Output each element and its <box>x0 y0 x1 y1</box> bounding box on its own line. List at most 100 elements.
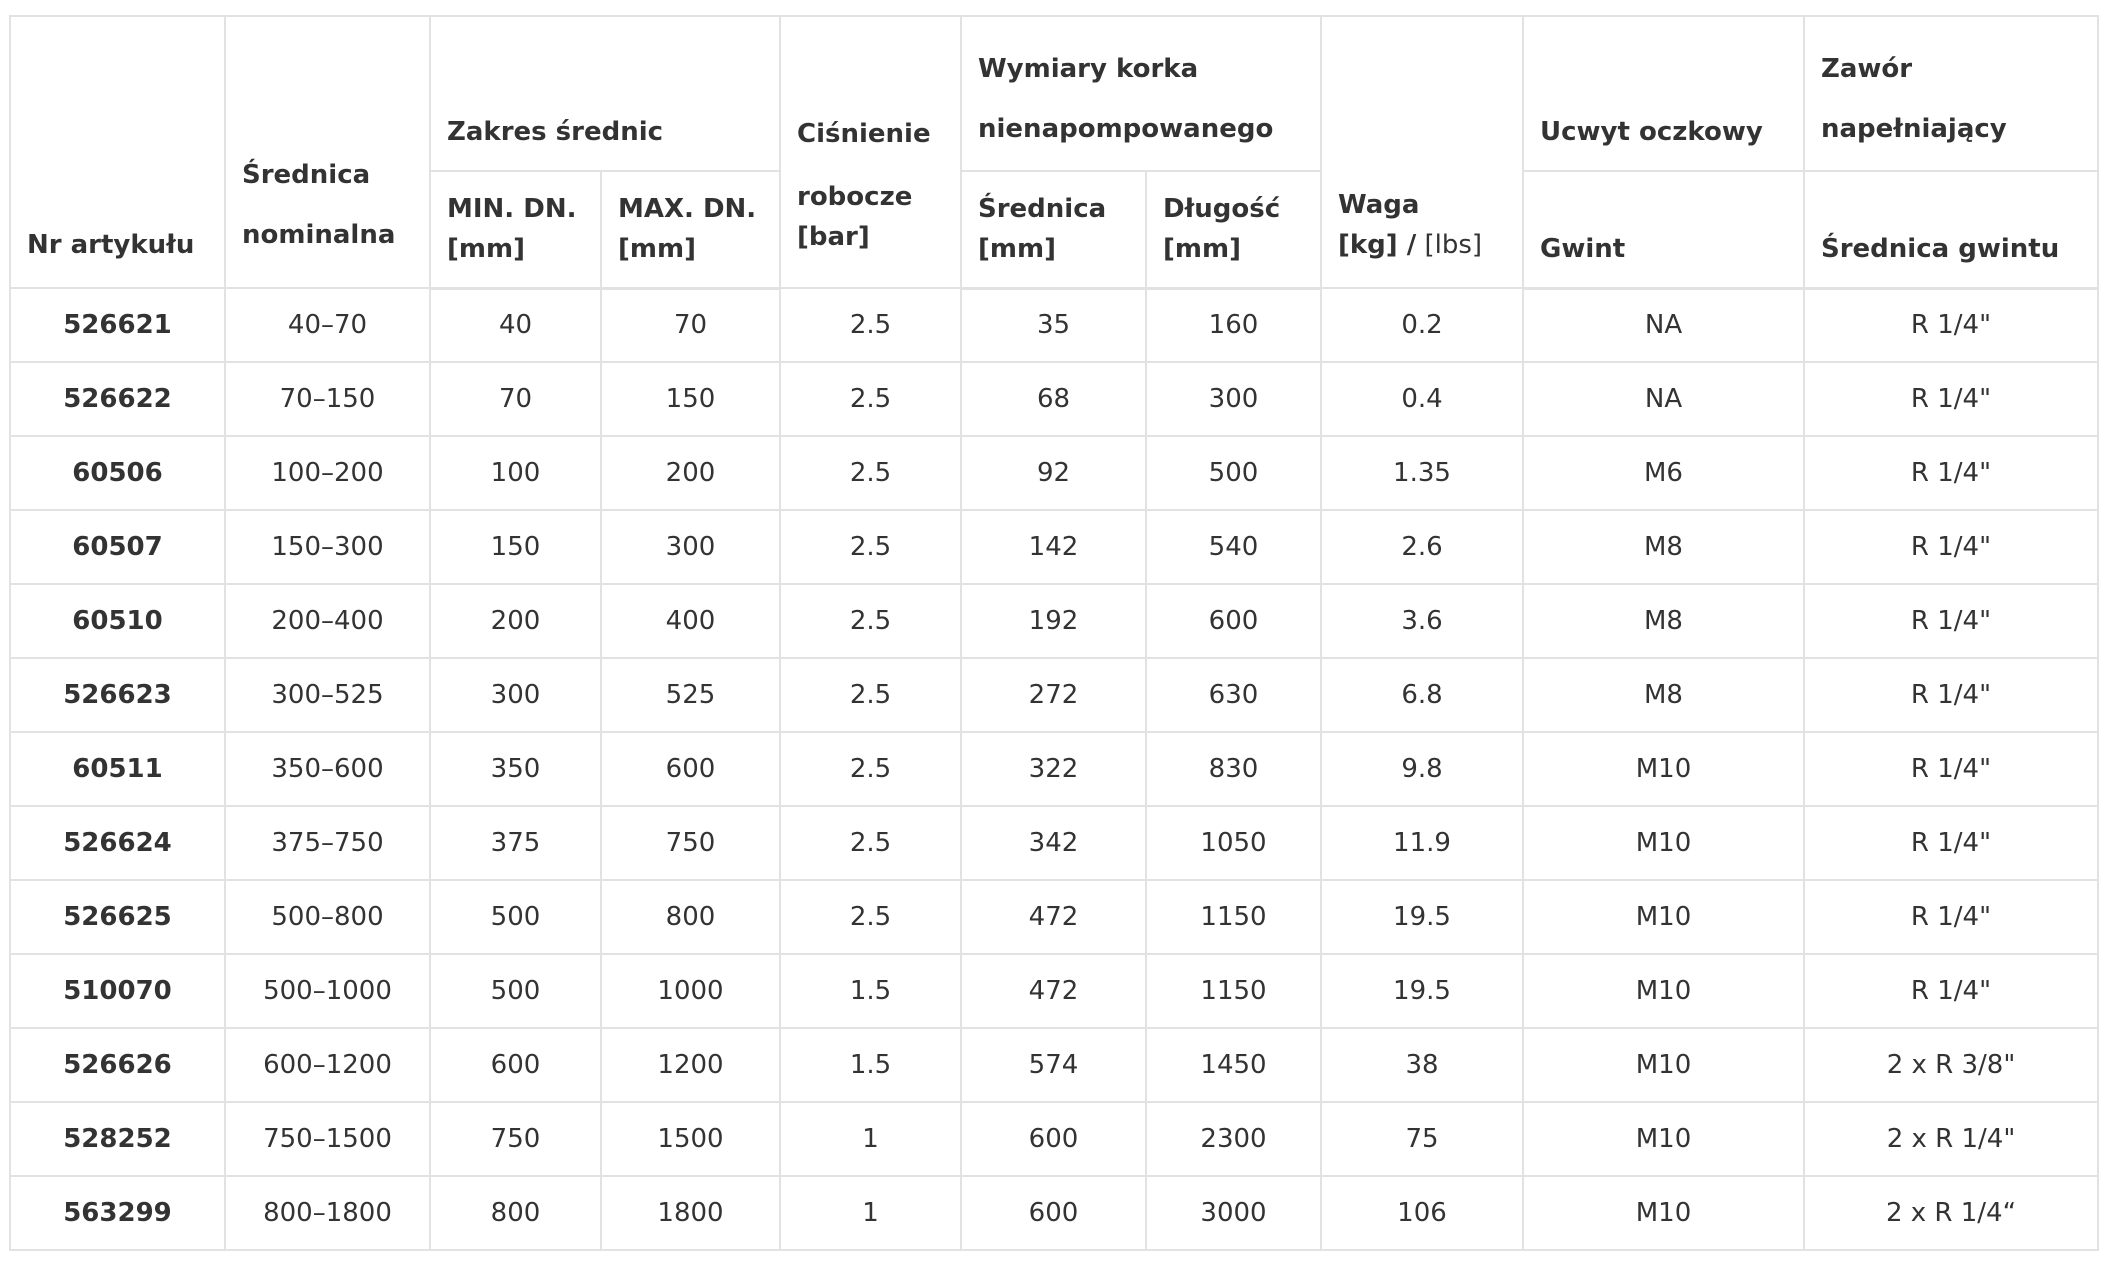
cell-max-dn: 400 <box>600 583 781 659</box>
table-row: 60510 200–400 200 400 2.5 192 600 3.6 M8 R 1/4" <box>9 583 2099 659</box>
cell-max-dn: 1500 <box>600 1101 781 1177</box>
cell-article-number: 60506 <box>9 435 226 511</box>
cell-pressure: 1 <box>779 1175 962 1251</box>
header-text: robocze <box>797 182 913 212</box>
cell-min-dn: 100 <box>429 435 602 511</box>
cell-nominal-diameter: 300–525 <box>224 657 431 733</box>
cell-max-dn: 70 <box>600 287 781 363</box>
cell-nominal-diameter: 500–1000 <box>224 953 431 1029</box>
header-text: [bar] <box>797 222 870 252</box>
cell-length: 830 <box>1145 731 1322 807</box>
table-row: 510070 500–1000 500 1000 1.5 472 1150 19.5 M10 R … <box>9 953 2099 1029</box>
cell-thread-diameter: R 1/4" <box>1803 879 2099 955</box>
header-text: MAX. DN. <box>618 193 757 224</box>
cell-deflated-diameter: 272 <box>960 657 1147 733</box>
cell-deflated-diameter: 322 <box>960 731 1147 807</box>
cell-nominal-diameter: 100–200 <box>224 435 431 511</box>
cell-pressure: 1 <box>779 1101 962 1177</box>
cell-nominal-diameter: 375–750 <box>224 805 431 881</box>
cell-thread-diameter: 2 x R 1/4“ <box>1803 1175 2099 1251</box>
cell-min-dn: 800 <box>429 1175 602 1251</box>
header-nr-artykulu: Nr artykułu <box>9 15 226 289</box>
table-row: 563299 800–1800 800 1800 1 600 3000 106 M10 2 x R… <box>9 1175 2099 1251</box>
cell-pressure: 2.5 <box>779 583 962 659</box>
cell-article-number: 528252 <box>9 1101 226 1177</box>
header-text: nienapompowanego <box>978 114 1274 144</box>
table-row: 526622 70–150 70 150 2.5 68 300 0.4 NA R 1/4" <box>9 361 2099 437</box>
cell-thread-diameter: R 1/4" <box>1803 361 2099 437</box>
cell-thread: M8 <box>1522 657 1805 733</box>
cell-min-dn: 600 <box>429 1027 602 1103</box>
header-text: [mm] <box>1163 233 1241 264</box>
cell-article-number: 60507 <box>9 509 226 585</box>
header-gwint: Gwint <box>1522 170 1805 290</box>
cell-max-dn: 300 <box>600 509 781 585</box>
cell-thread: M10 <box>1522 1027 1805 1103</box>
cell-deflated-diameter: 600 <box>960 1101 1147 1177</box>
cell-weight: 75 <box>1320 1101 1524 1177</box>
cell-length: 2300 <box>1145 1101 1322 1177</box>
cell-min-dn: 150 <box>429 509 602 585</box>
cell-article-number: 526626 <box>9 1027 226 1103</box>
cell-deflated-diameter: 574 <box>960 1027 1147 1103</box>
cell-thread: M10 <box>1522 731 1805 807</box>
cell-thread: M8 <box>1522 583 1805 659</box>
header-text: Ciśnienie <box>797 119 931 149</box>
cell-pressure: 2.5 <box>779 731 962 807</box>
cell-article-number: 60510 <box>9 583 226 659</box>
spec-table-container: Nr artykułu Średnica nominalna Zakres śre… <box>9 15 2099 1251</box>
cell-length: 3000 <box>1145 1175 1322 1251</box>
cell-article-number: 526624 <box>9 805 226 881</box>
cell-min-dn: 300 <box>429 657 602 733</box>
cell-thread-diameter: R 1/4" <box>1803 805 2099 881</box>
cell-length: 1050 <box>1145 805 1322 881</box>
cell-weight: 106 <box>1320 1175 1524 1251</box>
cell-deflated-diameter: 92 <box>960 435 1147 511</box>
cell-length: 1150 <box>1145 953 1322 1029</box>
cell-deflated-diameter: 600 <box>960 1175 1147 1251</box>
header-text: MIN. DN. <box>447 193 577 224</box>
table-row: 526625 500–800 500 800 2.5 472 1150 19.5 M10 R 1/… <box>9 879 2099 955</box>
cell-thread: M10 <box>1522 1101 1805 1177</box>
header-cisnienie: Ciśnienie robocze [bar] <box>779 15 962 289</box>
cell-deflated-diameter: 192 <box>960 583 1147 659</box>
cell-thread: M6 <box>1522 435 1805 511</box>
header-text: [mm] <box>447 233 525 264</box>
cell-max-dn: 1000 <box>600 953 781 1029</box>
cell-pressure: 2.5 <box>779 435 962 511</box>
cell-thread: M10 <box>1522 805 1805 881</box>
cell-nominal-diameter: 70–150 <box>224 361 431 437</box>
cell-deflated-diameter: 342 <box>960 805 1147 881</box>
cell-max-dn: 200 <box>600 435 781 511</box>
cell-min-dn: 350 <box>429 731 602 807</box>
cell-weight: 3.6 <box>1320 583 1524 659</box>
cell-pressure: 2.5 <box>779 361 962 437</box>
header-srednica-mm: Średnica [mm] <box>960 170 1147 290</box>
cell-weight: 2.6 <box>1320 509 1524 585</box>
cell-thread: NA <box>1522 287 1805 363</box>
header-dlugosc: Długość [mm] <box>1145 170 1322 290</box>
cell-weight: 0.4 <box>1320 361 1524 437</box>
table-row: 526624 375–750 375 750 2.5 342 1050 11.9 M10 R 1/… <box>9 805 2099 881</box>
header-srednica-gwintu: Średnica gwintu <box>1803 170 2099 290</box>
cell-deflated-diameter: 68 <box>960 361 1147 437</box>
cell-article-number: 526625 <box>9 879 226 955</box>
cell-weight: 11.9 <box>1320 805 1524 881</box>
cell-nominal-diameter: 150–300 <box>224 509 431 585</box>
cell-length: 1150 <box>1145 879 1322 955</box>
cell-deflated-diameter: 142 <box>960 509 1147 585</box>
cell-article-number: 526623 <box>9 657 226 733</box>
table-row: 526621 40–70 40 70 2.5 35 160 0.2 NA R 1/4" <box>9 287 2099 363</box>
cell-deflated-diameter: 472 <box>960 953 1147 1029</box>
table-row: 60511 350–600 350 600 2.5 322 830 9.8 M10 R 1/4" <box>9 731 2099 807</box>
cell-thread-diameter: R 1/4" <box>1803 731 2099 807</box>
cell-weight: 38 <box>1320 1027 1524 1103</box>
cell-article-number: 510070 <box>9 953 226 1029</box>
cell-deflated-diameter: 35 <box>960 287 1147 363</box>
cell-min-dn: 200 <box>429 583 602 659</box>
header-text: Długość <box>1163 193 1281 224</box>
cell-weight: 19.5 <box>1320 879 1524 955</box>
cell-thread-diameter: 2 x R 3/8" <box>1803 1027 2099 1103</box>
cell-nominal-diameter: 600–1200 <box>224 1027 431 1103</box>
header-text: Ucwyt oczkowy <box>1540 117 1763 147</box>
